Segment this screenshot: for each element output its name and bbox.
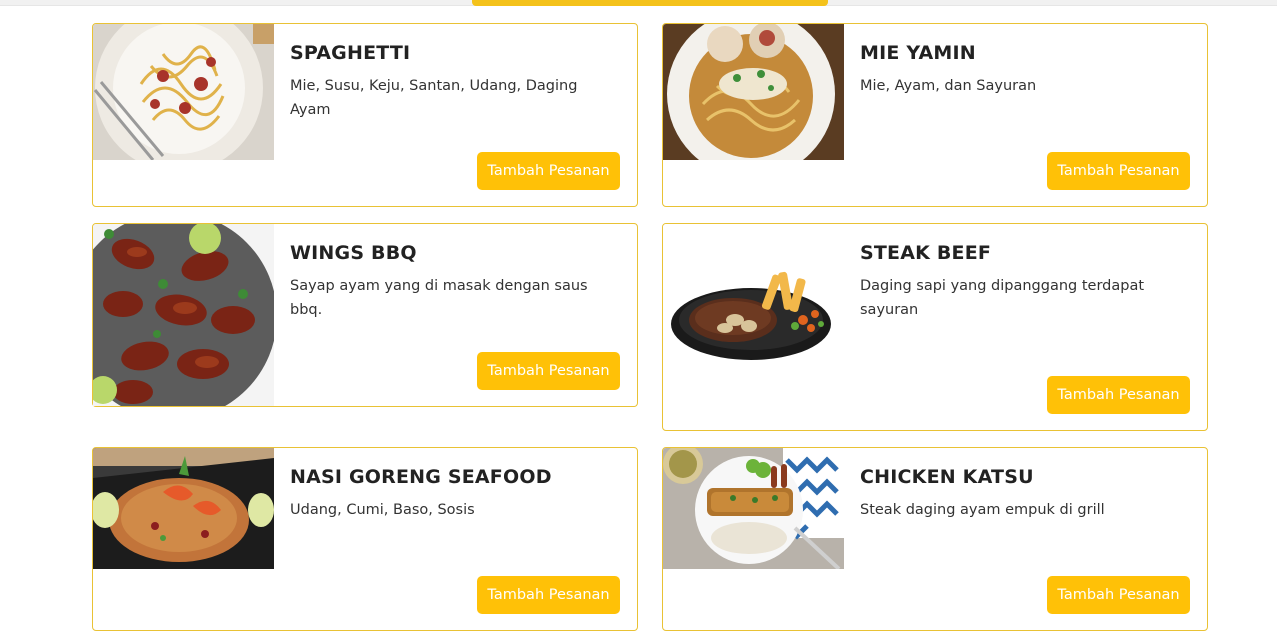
top-accent-bar bbox=[472, 0, 828, 6]
menu-title: STEAK BEEF bbox=[860, 242, 992, 264]
menu-card-steak-beef: STEAK BEEF Daging sapi yang dipanggang t… bbox=[662, 223, 1208, 431]
add-order-button[interactable]: Tambah Pesanan bbox=[477, 576, 620, 614]
steak-beef-photo bbox=[663, 224, 844, 406]
menu-card-mie-yamin: MIE YAMIN Mie, Ayam, dan Sayuran Tambah … bbox=[662, 23, 1208, 207]
menu-description: Daging sapi yang dipanggang terdapat say… bbox=[860, 278, 1145, 318]
menu-title: MIE YAMIN bbox=[860, 42, 976, 64]
add-order-button[interactable]: Tambah Pesanan bbox=[1047, 576, 1190, 614]
add-order-button[interactable]: Tambah Pesanan bbox=[477, 352, 620, 390]
menu-title: SPAGHETTI bbox=[290, 42, 411, 64]
menu-card-spaghetti: SPAGHETTI Mie, Susu, Keju, Santan, Udang… bbox=[92, 23, 638, 207]
chicken-katsu-photo bbox=[663, 448, 844, 569]
menu-title: NASI GORENG SEAFOOD bbox=[290, 466, 552, 488]
add-order-button[interactable]: Tambah Pesanan bbox=[1047, 152, 1190, 190]
menu-card-chicken-katsu: CHICKEN KATSU Steak daging ayam empuk di… bbox=[662, 447, 1208, 631]
menu-title: WINGS BBQ bbox=[290, 242, 417, 264]
nasi-goreng-photo bbox=[93, 448, 274, 569]
menu-description: Steak daging ayam empuk di grill bbox=[860, 502, 1105, 518]
mie-yamin-photo bbox=[663, 24, 844, 160]
add-order-button[interactable]: Tambah Pesanan bbox=[477, 152, 620, 190]
menu-card-nasi-goreng-seafood: NASI GORENG SEAFOOD Udang, Cumi, Baso, S… bbox=[92, 447, 638, 631]
menu-description: Mie, Ayam, dan Sayuran bbox=[860, 78, 1037, 94]
menu-card-wings-bbq: WINGS BBQ Sayap ayam yang di masak denga… bbox=[92, 223, 638, 407]
menu-title: CHICKEN KATSU bbox=[860, 466, 1034, 488]
add-order-button[interactable]: Tambah Pesanan bbox=[1047, 376, 1190, 414]
wings-bbq-photo bbox=[93, 224, 274, 406]
spaghetti-photo bbox=[93, 24, 274, 160]
menu-description: Udang, Cumi, Baso, Sosis bbox=[290, 502, 475, 518]
menu-description: Sayap ayam yang di masak dengan saus bbq… bbox=[290, 278, 588, 318]
menu-description: Mie, Susu, Keju, Santan, Udang, Daging A… bbox=[290, 78, 578, 118]
